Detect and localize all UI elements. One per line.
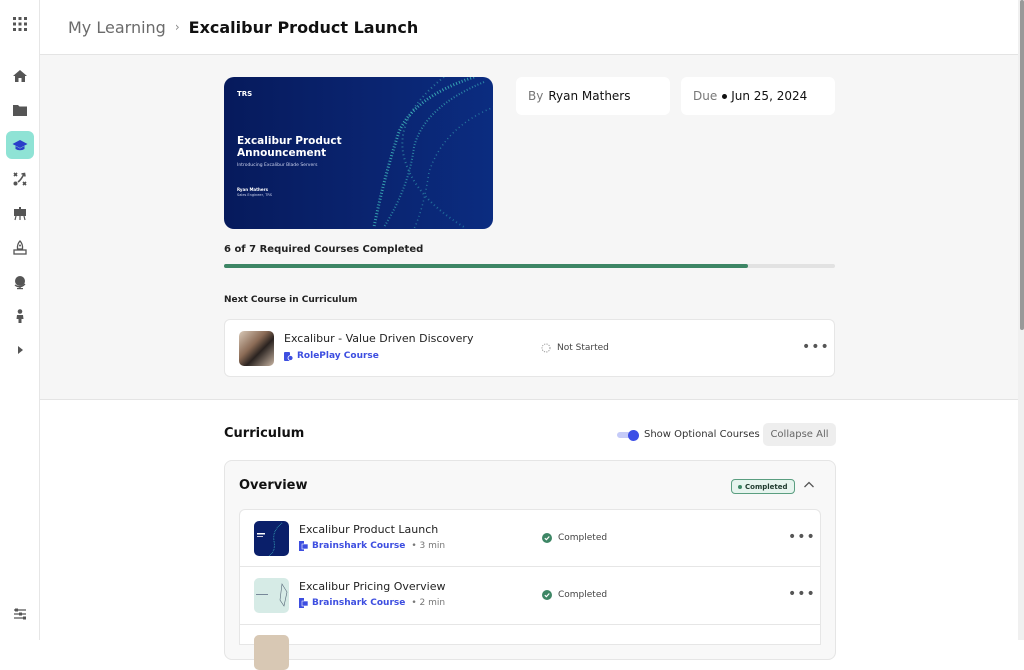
author-name: Ryan Mathers xyxy=(548,89,631,103)
author-label: By xyxy=(528,89,544,103)
expand-icon[interactable] xyxy=(6,336,34,364)
hero-author: Ryan Mathers xyxy=(237,187,268,192)
curriculum-summary: TRS Excalibur Product Announcement Intro… xyxy=(40,55,1018,400)
collapse-all-button[interactable]: Collapse All xyxy=(763,423,836,446)
show-optional-toggle[interactable] xyxy=(617,430,639,441)
curriculum-heading: Curriculum xyxy=(224,426,305,441)
course-thumbnail xyxy=(239,331,274,366)
person-icon[interactable] xyxy=(6,302,34,330)
section-title[interactable]: Overview xyxy=(239,478,308,493)
page-header: My Learning › Excalibur Product Launch xyxy=(40,0,1018,55)
more-options-button[interactable]: ••• xyxy=(802,340,830,354)
curriculum-cover-image: TRS Excalibur Product Announcement Intro… xyxy=(224,77,493,229)
progress-bar xyxy=(224,264,835,268)
graduation-cap-icon[interactable] xyxy=(6,131,34,159)
course-meta: Brainshark Course • 3 min xyxy=(299,541,445,551)
due-dot-icon xyxy=(722,93,728,99)
next-course-heading: Next Course in Curriculum xyxy=(224,295,358,305)
sidebar xyxy=(0,0,40,640)
breadcrumb-separator: › xyxy=(174,20,180,34)
due-date: Jun 25, 2024 xyxy=(731,89,808,103)
home-icon[interactable] xyxy=(6,62,34,90)
course-thumbnail xyxy=(254,521,289,556)
globe-icon[interactable] xyxy=(6,268,34,296)
course-thumbnail xyxy=(254,635,289,670)
particle-wave-graphic xyxy=(372,77,493,229)
badge-dot-icon xyxy=(738,484,742,489)
course-meta: RolePlay Course xyxy=(284,351,379,361)
course-title[interactable]: Excalibur Product Launch xyxy=(299,523,438,536)
breadcrumb-my-learning[interactable]: My Learning xyxy=(68,18,166,37)
badge-text: Completed xyxy=(745,482,788,491)
course-meta: Brainshark Course • 2 min xyxy=(299,598,445,608)
section-status-badge: Completed xyxy=(731,479,795,494)
course-type: Brainshark Course xyxy=(312,541,406,551)
course-status: Not Started xyxy=(541,343,609,353)
course-thumbnail xyxy=(254,578,289,613)
course-duration: • 3 min xyxy=(411,541,446,551)
presentation-icon[interactable] xyxy=(6,200,34,228)
course-row[interactable]: Excalibur Product Launch Brainshark Cour… xyxy=(239,509,821,567)
apps-grid-icon[interactable] xyxy=(6,10,34,38)
status-text: Not Started xyxy=(557,343,609,353)
strategy-icon[interactable] xyxy=(6,165,34,193)
roleplay-icon xyxy=(284,352,293,361)
settings-sliders-icon[interactable] xyxy=(6,600,34,628)
course-title[interactable]: Excalibur Pricing Overview xyxy=(299,580,446,593)
toggle-knob xyxy=(628,430,639,441)
author-card: By Ryan Mathers xyxy=(516,77,670,115)
course-title[interactable]: Excalibur - Value Driven Discovery xyxy=(284,332,473,345)
check-circle-icon xyxy=(542,533,552,543)
next-course-card[interactable]: Excalibur - Value Driven Discovery RoleP… xyxy=(224,319,835,377)
course-status: Completed xyxy=(542,590,607,600)
course-row[interactable] xyxy=(239,625,821,670)
rocket-icon[interactable] xyxy=(6,234,34,262)
hero-role: Sales Engineer, TRS xyxy=(237,193,273,197)
brainshark-icon xyxy=(299,598,308,608)
course-status: Completed xyxy=(542,533,607,543)
hero-logo: TRS xyxy=(237,90,253,98)
more-options-button[interactable]: ••• xyxy=(788,587,816,601)
course-duration: • 2 min xyxy=(411,598,446,608)
status-text: Completed xyxy=(558,590,608,600)
page-title: Excalibur Product Launch xyxy=(188,17,419,37)
status-text: Completed xyxy=(558,533,608,543)
more-options-button[interactable]: ••• xyxy=(788,530,816,544)
due-label: Due xyxy=(693,89,718,103)
scrollbar[interactable] xyxy=(1018,0,1024,640)
course-row[interactable]: Excalibur Pricing Overview Brainshark Co… xyxy=(239,567,821,625)
show-optional-label[interactable]: Show Optional Courses xyxy=(644,429,760,440)
course-type: Brainshark Course xyxy=(312,598,406,608)
course-type: RolePlay Course xyxy=(297,351,379,361)
chevron-up-icon[interactable] xyxy=(803,480,815,490)
check-circle-icon xyxy=(542,590,552,600)
progress-bar-fill xyxy=(224,264,748,268)
due-date-card: Due Jun 25, 2024 xyxy=(681,77,835,115)
progress-label: 6 of 7 Required Courses Completed xyxy=(224,244,424,255)
brainshark-icon xyxy=(299,541,308,551)
scrollbar-thumb[interactable] xyxy=(1020,0,1024,330)
hero-title: Excalibur Product Announcement xyxy=(237,135,342,159)
folder-icon[interactable] xyxy=(6,96,34,124)
hero-subtitle: Introducing Excalibur Blade Servers xyxy=(237,163,318,168)
not-started-icon xyxy=(541,343,551,353)
